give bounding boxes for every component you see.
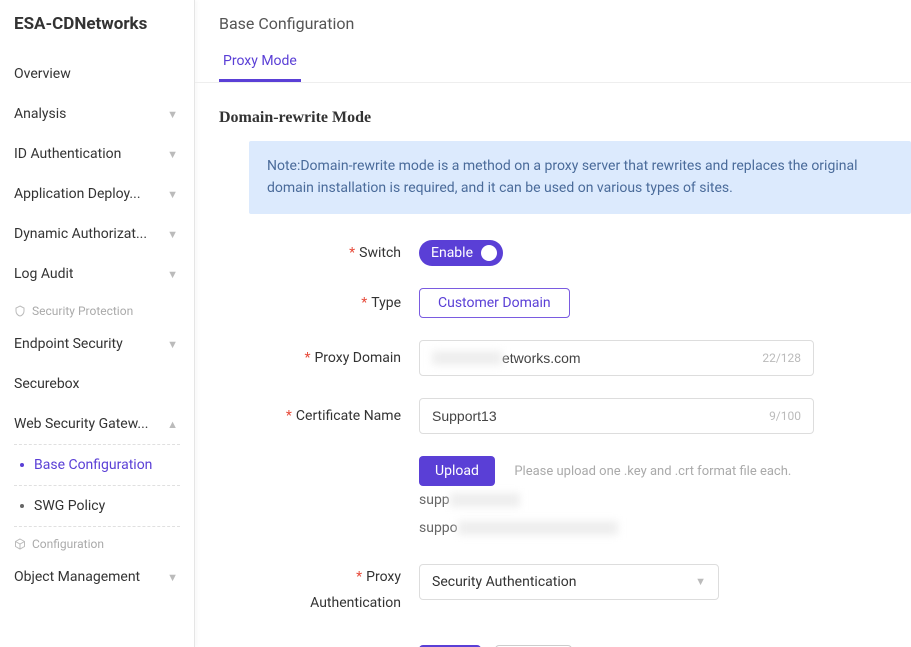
tab-proxy-mode[interactable]: Proxy Mode <box>219 43 301 82</box>
info-note: Note:Domain-rewrite mode is a method on … <box>249 141 911 214</box>
page-title: Base Configuration <box>195 0 911 43</box>
label-certificate-name: *Certificate Name <box>249 408 419 424</box>
sidebar-item-analysis[interactable]: Analysis▼ <box>0 94 194 134</box>
chevron-down-icon: ▼ <box>167 571 178 584</box>
proxy-domain-field[interactable] <box>502 350 762 366</box>
sidebar-item-swg-policy[interactable]: SWG Policy <box>14 486 180 526</box>
sidebar-sub-list: Base Configuration SWG Policy <box>14 444 180 527</box>
sidebar-item-overview[interactable]: Overview <box>0 54 194 94</box>
bullet-icon <box>20 463 24 467</box>
certificate-name-input[interactable]: 9/100 <box>419 398 814 434</box>
label-switch: *Switch <box>249 245 419 261</box>
uploaded-file: suppoxxxxxxxxxxxxxx <box>419 514 911 542</box>
redacted: xxxxxxxxxxxxxx <box>458 521 618 535</box>
chevron-down-icon: ▼ <box>167 268 178 281</box>
label-type: *Type <box>249 295 419 311</box>
uploaded-file: suppxxxxxx <box>419 486 911 514</box>
bullet-icon <box>20 504 24 508</box>
char-counter: 9/100 <box>769 409 801 423</box>
sidebar-item-web-security-gateway[interactable]: Web Security Gatew...▲ <box>0 404 194 444</box>
sidebar-item-log-audit[interactable]: Log Audit▼ <box>0 254 194 294</box>
char-counter: 22/128 <box>762 351 801 365</box>
label-proxy-authentication: *Proxy Authentication <box>249 564 419 617</box>
tabs: Proxy Mode <box>195 43 911 83</box>
chevron-down-icon: ▼ <box>167 338 178 351</box>
sidebar-item-id-authentication[interactable]: ID Authentication▼ <box>0 134 194 174</box>
chevron-down-icon: ▼ <box>695 575 706 588</box>
chevron-down-icon: ▼ <box>167 148 178 161</box>
label-proxy-domain: *Proxy Domain <box>249 350 419 366</box>
main: Base Configuration Proxy Mode Domain-rew… <box>195 0 911 647</box>
type-option-customer-domain[interactable]: Customer Domain <box>419 288 570 318</box>
upload-hint: Please upload one .key and .crt format f… <box>514 464 791 479</box>
chevron-down-icon: ▼ <box>167 188 178 201</box>
redacted: xxxxxx <box>450 493 520 507</box>
proxy-domain-input[interactable]: xxxxxx 22/128 <box>419 340 814 376</box>
sidebar-item-application-deploy[interactable]: Application Deploy...▼ <box>0 174 194 214</box>
upload-button[interactable]: Upload <box>419 456 495 486</box>
toggle-knob <box>481 245 497 261</box>
sidebar-section-configuration: Configuration <box>0 527 194 557</box>
chevron-down-icon: ▼ <box>167 228 178 241</box>
panel-title: Domain-rewrite Mode <box>219 103 911 141</box>
sidebar-item-endpoint-security[interactable]: Endpoint Security▼ <box>0 324 194 364</box>
cube-icon <box>14 538 26 550</box>
sidebar-item-dynamic-authorization[interactable]: Dynamic Authorizat...▼ <box>0 214 194 254</box>
sidebar-item-base-configuration[interactable]: Base Configuration <box>14 445 180 486</box>
certificate-name-field[interactable] <box>432 408 769 424</box>
nav-primary: Overview Analysis▼ ID Authentication▼ Ap… <box>0 48 194 603</box>
chevron-down-icon: ▼ <box>167 108 178 121</box>
sidebar-item-securebox[interactable]: Securebox <box>0 364 194 404</box>
chevron-up-icon: ▲ <box>167 418 178 431</box>
sidebar: ESA-CDNetworks Overview Analysis▼ ID Aut… <box>0 0 195 647</box>
proxy-authentication-select[interactable]: Security Authentication ▼ <box>419 564 719 600</box>
panel: Domain-rewrite Mode Note:Domain-rewrite … <box>195 83 911 647</box>
sidebar-item-object-management[interactable]: Object Management▼ <box>0 557 194 597</box>
sidebar-section-security: Security Protection <box>0 294 194 324</box>
switch-toggle[interactable]: Enable <box>419 240 503 266</box>
shield-icon <box>14 305 26 317</box>
brand: ESA-CDNetworks <box>0 0 194 48</box>
redacted: xxxxxx <box>432 351 502 365</box>
